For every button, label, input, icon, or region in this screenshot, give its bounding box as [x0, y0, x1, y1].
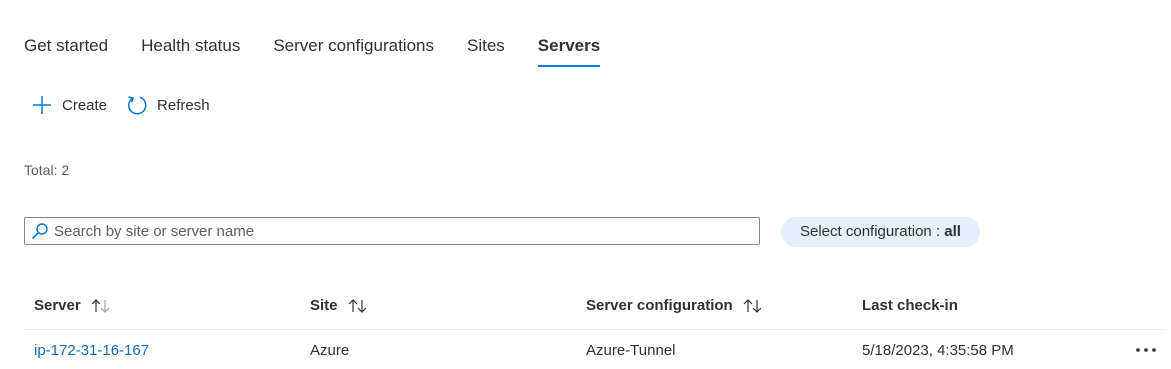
plus-icon — [30, 93, 54, 117]
search-input[interactable] — [54, 222, 759, 240]
tab-server-configurations[interactable]: Server configurations — [273, 34, 434, 64]
tab-health-status[interactable]: Health status — [141, 34, 240, 64]
column-header-server[interactable]: Server — [34, 297, 112, 314]
more-icon — [1135, 347, 1157, 353]
refresh-icon — [125, 93, 149, 117]
more-options-button[interactable] — [1134, 340, 1158, 360]
command-bar: Create Refresh — [30, 92, 228, 118]
sort-icon — [347, 298, 369, 314]
column-header-site[interactable]: Site — [310, 297, 369, 314]
server-configuration-cell: Azure-Tunnel — [586, 342, 676, 359]
last-check-in-cell: 5/18/2023, 4:35:58 PM — [862, 342, 1014, 359]
create-button-label: Create — [62, 96, 108, 114]
filter-label: Select configuration : — [800, 223, 945, 240]
server-name-link[interactable]: ip-172-31-16-167 — [34, 342, 149, 359]
site-cell: Azure — [310, 342, 350, 359]
refresh-button[interactable]: Refresh — [125, 92, 210, 118]
search-icon — [31, 222, 49, 240]
column-header-label: Server configuration — [586, 297, 733, 314]
tab-get-started[interactable]: Get started — [24, 34, 108, 64]
tab-servers[interactable]: Servers — [537, 34, 601, 67]
table-header: Server Site Server configuration Last ch… — [24, 290, 1164, 330]
column-header-label: Site — [310, 297, 338, 314]
column-header-label: Last check-in — [862, 297, 958, 314]
column-header-last-check-in: Last check-in — [862, 297, 958, 314]
filter-value: all — [944, 223, 961, 240]
tab-bar: Get started Health status Server configu… — [24, 34, 633, 68]
select-configuration-filter[interactable]: Select configuration : all — [781, 217, 980, 247]
tab-sites[interactable]: Sites — [467, 34, 505, 64]
column-header-label: Server — [34, 297, 81, 314]
servers-page: Get started Health status Server configu… — [0, 0, 1171, 369]
sort-icon — [742, 298, 764, 314]
create-button[interactable]: Create — [30, 92, 107, 118]
table-row[interactable]: ip-172-31-16-167 Azure Azure-Tunnel 5/18… — [24, 330, 1164, 369]
search-box[interactable] — [24, 217, 760, 245]
refresh-button-label: Refresh — [157, 96, 210, 114]
total-count: Total: 2 — [24, 162, 70, 178]
sort-icon — [90, 298, 112, 314]
column-header-server-configuration[interactable]: Server configuration — [586, 297, 764, 314]
